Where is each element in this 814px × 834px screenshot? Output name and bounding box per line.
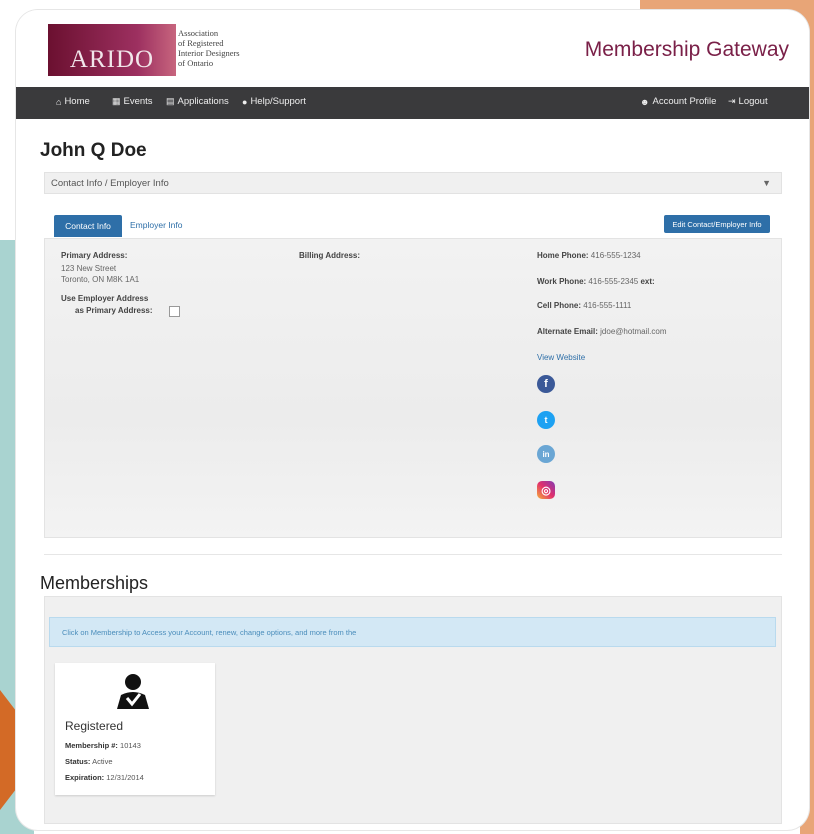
- home-phone-label: Home Phone:: [537, 251, 589, 260]
- nav-applications[interactable]: ▤ Applications: [166, 96, 229, 107]
- cell-phone: Cell Phone: 416-555-1111: [537, 301, 631, 310]
- memberships-panel: Click on Membership to Access your Accou…: [44, 596, 782, 824]
- membership-expiration: Expiration: 12/31/2014: [65, 773, 144, 782]
- membership-status: Status: Active: [65, 757, 113, 766]
- home-icon: ⌂: [56, 96, 62, 107]
- logout-icon: ⇥: [728, 96, 736, 106]
- home-phone-value: 416-555-1234: [590, 251, 641, 260]
- help-icon: ●: [242, 96, 248, 107]
- membership-expiration-value: 12/31/2014: [106, 773, 144, 782]
- primary-address-line: 123 New Street: [61, 264, 117, 273]
- nav-label: Logout: [738, 96, 768, 107]
- nav-label: Help/Support: [250, 96, 306, 107]
- contact-accordion-header[interactable]: Contact Info / Employer Info ▼: [44, 172, 782, 194]
- logo-subtitle-line: of Registered: [178, 38, 224, 48]
- ext-label: ext:: [640, 277, 655, 286]
- chevron-down-icon[interactable]: ▼: [762, 178, 771, 188]
- alternate-email-label: Alternate Email:: [537, 327, 598, 336]
- twitter-icon[interactable]: t: [537, 411, 555, 429]
- grid-icon: ▤: [166, 96, 175, 106]
- user-icon: ☻: [640, 96, 650, 107]
- contact-info-panel: Primary Address: 123 New Street Toronto,…: [44, 238, 782, 538]
- membership-status-label: Status:: [65, 757, 91, 766]
- member-badge-icon: [117, 674, 149, 709]
- billing-address-label: Billing Address:: [299, 251, 361, 260]
- primary-address-line: Toronto, ON M8K 1A1: [61, 275, 140, 284]
- membership-card-title: Registered: [65, 719, 124, 733]
- logo-subtitle: Association of Registered Interior Desig…: [178, 28, 278, 68]
- work-phone-value: 416-555-2345: [588, 277, 639, 286]
- cell-phone-label: Cell Phone:: [537, 301, 582, 310]
- logo-subtitle-line: Interior Designers: [178, 48, 240, 58]
- use-employer-address-checkbox[interactable]: [169, 306, 180, 317]
- site-header: ARIDO Association of Registered Interior…: [16, 10, 809, 82]
- screenshot-panel: ARIDO Association of Registered Interior…: [16, 10, 809, 830]
- membership-expiration-label: Expiration:: [65, 773, 105, 782]
- logo-text: ARIDO: [69, 46, 155, 73]
- work-phone-label: Work Phone:: [537, 277, 587, 286]
- instagram-icon[interactable]: ◎: [537, 481, 555, 499]
- membership-status-value: Active: [92, 757, 113, 766]
- cell-phone-value: 416-555-1111: [583, 301, 632, 310]
- nav-home[interactable]: ⌂ Home: [56, 96, 90, 107]
- linkedin-icon[interactable]: in: [537, 445, 555, 463]
- membership-number-label: Membership #:: [65, 741, 118, 750]
- nav-help-support[interactable]: ● Help/Support: [242, 96, 306, 107]
- view-website-link[interactable]: View Website: [537, 353, 585, 362]
- nav-label: Events: [123, 96, 153, 107]
- use-employer-address-label: Use Employer Address: [61, 294, 149, 303]
- nav-events[interactable]: ▦ Events: [112, 96, 153, 107]
- alternate-email: Alternate Email: jdoe@hotmail.com: [537, 327, 667, 336]
- nav-label: Account Profile: [652, 96, 717, 107]
- memberships-heading: Memberships: [40, 573, 149, 593]
- alternate-email-value: jdoe@hotmail.com: [600, 327, 667, 336]
- section-divider: [44, 554, 782, 555]
- site-title: Membership Gateway: [584, 38, 789, 61]
- top-navbar: ⌂ Home ▦ Events ▤ Applications ● Help/Su…: [16, 87, 809, 119]
- facebook-icon[interactable]: f: [537, 375, 555, 393]
- arido-logo[interactable]: ARIDO: [48, 24, 176, 76]
- nav-label: Applications: [177, 96, 229, 107]
- tab-contact-info[interactable]: Contact Info: [54, 215, 122, 237]
- use-employer-address-label: as Primary Address:: [75, 306, 153, 315]
- logo-subtitle-line: Association: [178, 28, 219, 38]
- home-phone: Home Phone: 416-555-1234: [537, 251, 641, 260]
- page-title: John Q Doe: [40, 140, 147, 161]
- work-phone: Work Phone: 416-555-2345 ext:: [537, 277, 655, 286]
- nav-logout[interactable]: ⇥ Logout: [728, 96, 768, 107]
- tab-employer-info[interactable]: Employer Info: [130, 220, 182, 230]
- membership-info-alert: Click on Membership to Access your Accou…: [49, 617, 776, 647]
- calendar-icon: ▦: [112, 96, 121, 106]
- nav-account-profile[interactable]: ☻ Account Profile: [640, 96, 716, 107]
- primary-address-label: Primary Address:: [61, 251, 128, 260]
- nav-label: Home: [64, 96, 90, 107]
- membership-card[interactable]: Registered Membership #: 10143 Status: A…: [55, 663, 215, 795]
- membership-number-value: 10143: [120, 741, 141, 750]
- membership-number: Membership #: 10143: [65, 741, 141, 750]
- logo-subtitle-line: of Ontario: [178, 58, 214, 68]
- accordion-title: Contact Info / Employer Info: [51, 177, 169, 189]
- edit-contact-button[interactable]: Edit Contact/Employer Info: [664, 215, 770, 233]
